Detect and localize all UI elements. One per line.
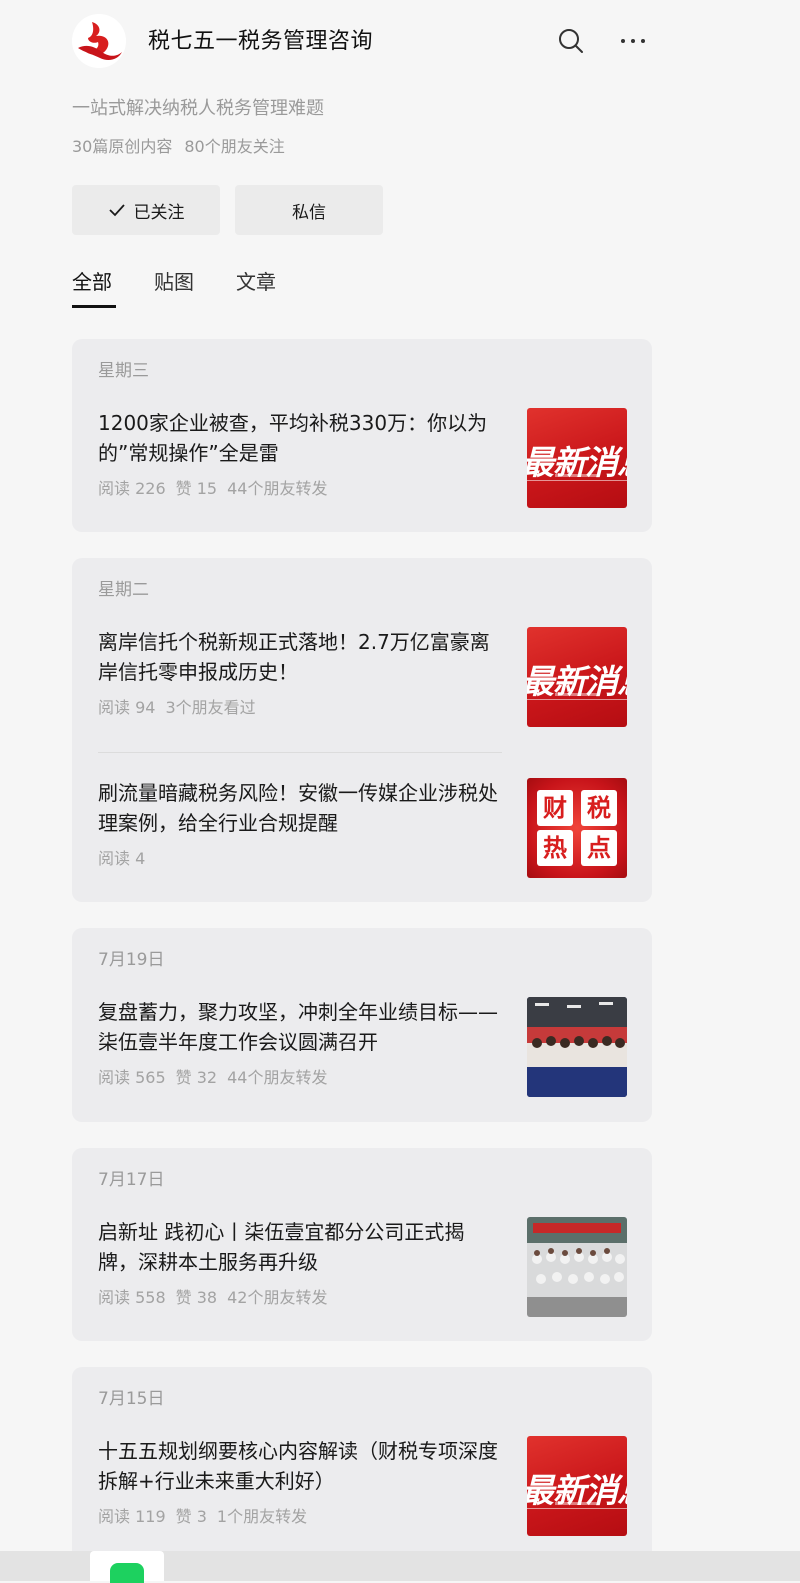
- article-reads: 阅读 94: [98, 698, 156, 717]
- tab-all[interactable]: 全部: [72, 265, 112, 299]
- article-item[interactable]: 启新址 践初心丨柒伍壹宜都分公司正式揭牌，深耕本土服务再升级 阅读 558 赞 3…: [98, 1217, 627, 1317]
- article-title: 1200家企业被查，平均补税330万：你以为的”常规操作”全是雷: [98, 411, 488, 465]
- account-avatar[interactable]: [72, 14, 126, 68]
- article-reads: 阅读 226: [98, 479, 166, 498]
- follower-count[interactable]: 80个朋友关注: [184, 137, 284, 156]
- feed-date: 7月19日: [98, 950, 165, 970]
- article-item[interactable]: 1200家企业被查，平均补税330万：你以为的”常规操作”全是雷 阅读 226 赞…: [98, 408, 627, 508]
- article-item[interactable]: 复盘蓄力，聚力攻坚，冲刺全年业绩目标——柒伍壹半年度工作会议圆满召开 阅读 56…: [98, 997, 627, 1097]
- article-reads: 阅读 119: [98, 1507, 166, 1526]
- article-views-friends: 3个朋友看过: [165, 698, 256, 717]
- message-button[interactable]: 私信: [235, 185, 383, 235]
- article-shares: 44个朋友转发: [227, 479, 328, 498]
- group-photo: [527, 1217, 627, 1317]
- thumbnail-decoration: [527, 1508, 627, 1509]
- article-item[interactable]: 离岸信托个税新规正式落地！2.7万亿富豪离岸信托零申报成历史！ 阅读 94 3个朋…: [98, 627, 627, 727]
- feed-card: 7月19日 复盘蓄力，聚力攻坚，冲刺全年业绩目标——柒伍壹半年度工作会议圆满召开…: [72, 928, 652, 1122]
- article-reads: 阅读 558: [98, 1288, 166, 1307]
- feed-date: 7月17日: [98, 1170, 165, 1190]
- article-meta: 阅读 558 赞 38 42个朋友转发: [98, 1286, 327, 1310]
- account-name: 税七五一税务管理咨询: [148, 29, 374, 54]
- article-title: 离岸信托个税新规正式落地！2.7万亿富豪离岸信托零申报成历史！: [98, 630, 490, 684]
- article-thumbnail: 最新消息: [527, 408, 627, 508]
- article-item[interactable]: 十五五规划纲要核心内容解读（财税专项深度拆解+行业未来重大利好） 阅读 119 赞…: [98, 1436, 627, 1536]
- article-likes: 赞 3: [175, 1507, 207, 1526]
- search-icon[interactable]: [556, 26, 586, 56]
- more-icon[interactable]: [618, 26, 648, 56]
- thumbnail-char: 热: [537, 830, 573, 866]
- account-description: 一站式解决纳税人税务管理难题: [72, 98, 324, 119]
- article-meta: 阅读 94 3个朋友看过: [98, 696, 256, 720]
- account-stats: 30篇原创内容 80个朋友关注: [72, 135, 285, 159]
- article-thumbnail: [527, 1217, 627, 1317]
- article-reads: 阅读 565: [98, 1068, 166, 1087]
- tab-articles[interactable]: 文章: [236, 265, 276, 299]
- thumbnail-decoration: [527, 480, 627, 481]
- thumbnail-decoration: [555, 474, 599, 477]
- article-reads: 阅读 4: [98, 849, 146, 868]
- check-icon: [108, 204, 125, 217]
- meeting-photo: [527, 997, 627, 1097]
- feed-card: 星期二 离岸信托个税新规正式落地！2.7万亿富豪离岸信托零申报成历史！ 阅读 9…: [72, 558, 652, 902]
- profile-column: 税七五一税务管理咨询 一站式解决纳税人税务管理难题 30篇原创内容 80个朋友关注…: [72, 0, 652, 1581]
- article-meta: 阅读 119 赞 3 1个朋友转发: [98, 1505, 307, 1529]
- feed-date: 星期三: [98, 361, 149, 381]
- feed-card: 星期三 1200家企业被查，平均补税330万：你以为的”常规操作”全是雷 阅读 …: [72, 339, 652, 532]
- thumbnail-decoration: [555, 1502, 599, 1505]
- profile-header: 税七五一税务管理咨询: [72, 0, 652, 90]
- article-likes: 赞 38: [175, 1288, 218, 1307]
- article-thumbnail: 最新消息: [527, 627, 627, 727]
- article-shares: 1个朋友转发: [216, 1507, 308, 1526]
- thumbnail-decoration: [527, 699, 627, 700]
- article-meta: 阅读 565 赞 32 44个朋友转发: [98, 1066, 327, 1090]
- article-likes: 赞 32: [175, 1068, 218, 1087]
- feed-date: 星期二: [98, 580, 149, 600]
- thumbnail-char: 财: [537, 790, 573, 826]
- original-count: 30篇原创内容: [72, 137, 173, 156]
- active-tab-indicator: [72, 305, 116, 308]
- follow-button[interactable]: 已关注: [72, 185, 220, 235]
- feed-card: 7月17日 启新址 践初心丨柒伍壹宜都分公司正式揭牌，深耕本土服务再升级 阅读 …: [72, 1148, 652, 1341]
- article-thumbnail: [527, 997, 627, 1097]
- article-title: 启新址 践初心丨柒伍壹宜都分公司正式揭牌，深耕本土服务再升级: [98, 1220, 465, 1274]
- follow-button-label: 已关注: [133, 202, 185, 223]
- message-button-label: 私信: [292, 202, 326, 223]
- article-likes: 赞 15: [175, 479, 218, 498]
- tab-images[interactable]: 贴图: [154, 265, 194, 299]
- article-thumbnail: 最新消息: [527, 1436, 627, 1536]
- thumbnail-char: 点: [581, 830, 617, 866]
- app-icon: [110, 1563, 144, 1583]
- article-title: 刷流量暗藏税务风险！安徽一传媒企业涉税处理案例，给全行业合规提醒: [98, 781, 498, 835]
- bottom-app-tab[interactable]: [90, 1551, 164, 1583]
- thumbnail-decoration: [555, 693, 599, 696]
- article-title: 复盘蓄力，聚力攻坚，冲刺全年业绩目标——柒伍壹半年度工作会议圆满召开: [98, 1000, 498, 1054]
- feed-card: 7月15日 十五五规划纲要核心内容解读（财税专项深度拆解+行业未来重大利好） 阅…: [72, 1367, 652, 1581]
- article-meta: 阅读 226 赞 15 44个朋友转发: [98, 477, 327, 501]
- article-meta: 阅读 4: [98, 847, 145, 871]
- article-item[interactable]: 刷流量暗藏税务风险！安徽一传媒企业涉税处理案例，给全行业合规提醒 阅读 4 财 …: [98, 778, 627, 878]
- article-title: 十五五规划纲要核心内容解读（财税专项深度拆解+行业未来重大利好）: [98, 1439, 498, 1493]
- thumbnail-char: 税: [581, 790, 617, 826]
- article-thumbnail: 财 税 热 点: [527, 778, 627, 878]
- article-divider: [98, 752, 502, 753]
- article-shares: 44个朋友转发: [227, 1068, 328, 1087]
- feed-date: 7月15日: [98, 1389, 165, 1409]
- article-shares: 42个朋友转发: [227, 1288, 328, 1307]
